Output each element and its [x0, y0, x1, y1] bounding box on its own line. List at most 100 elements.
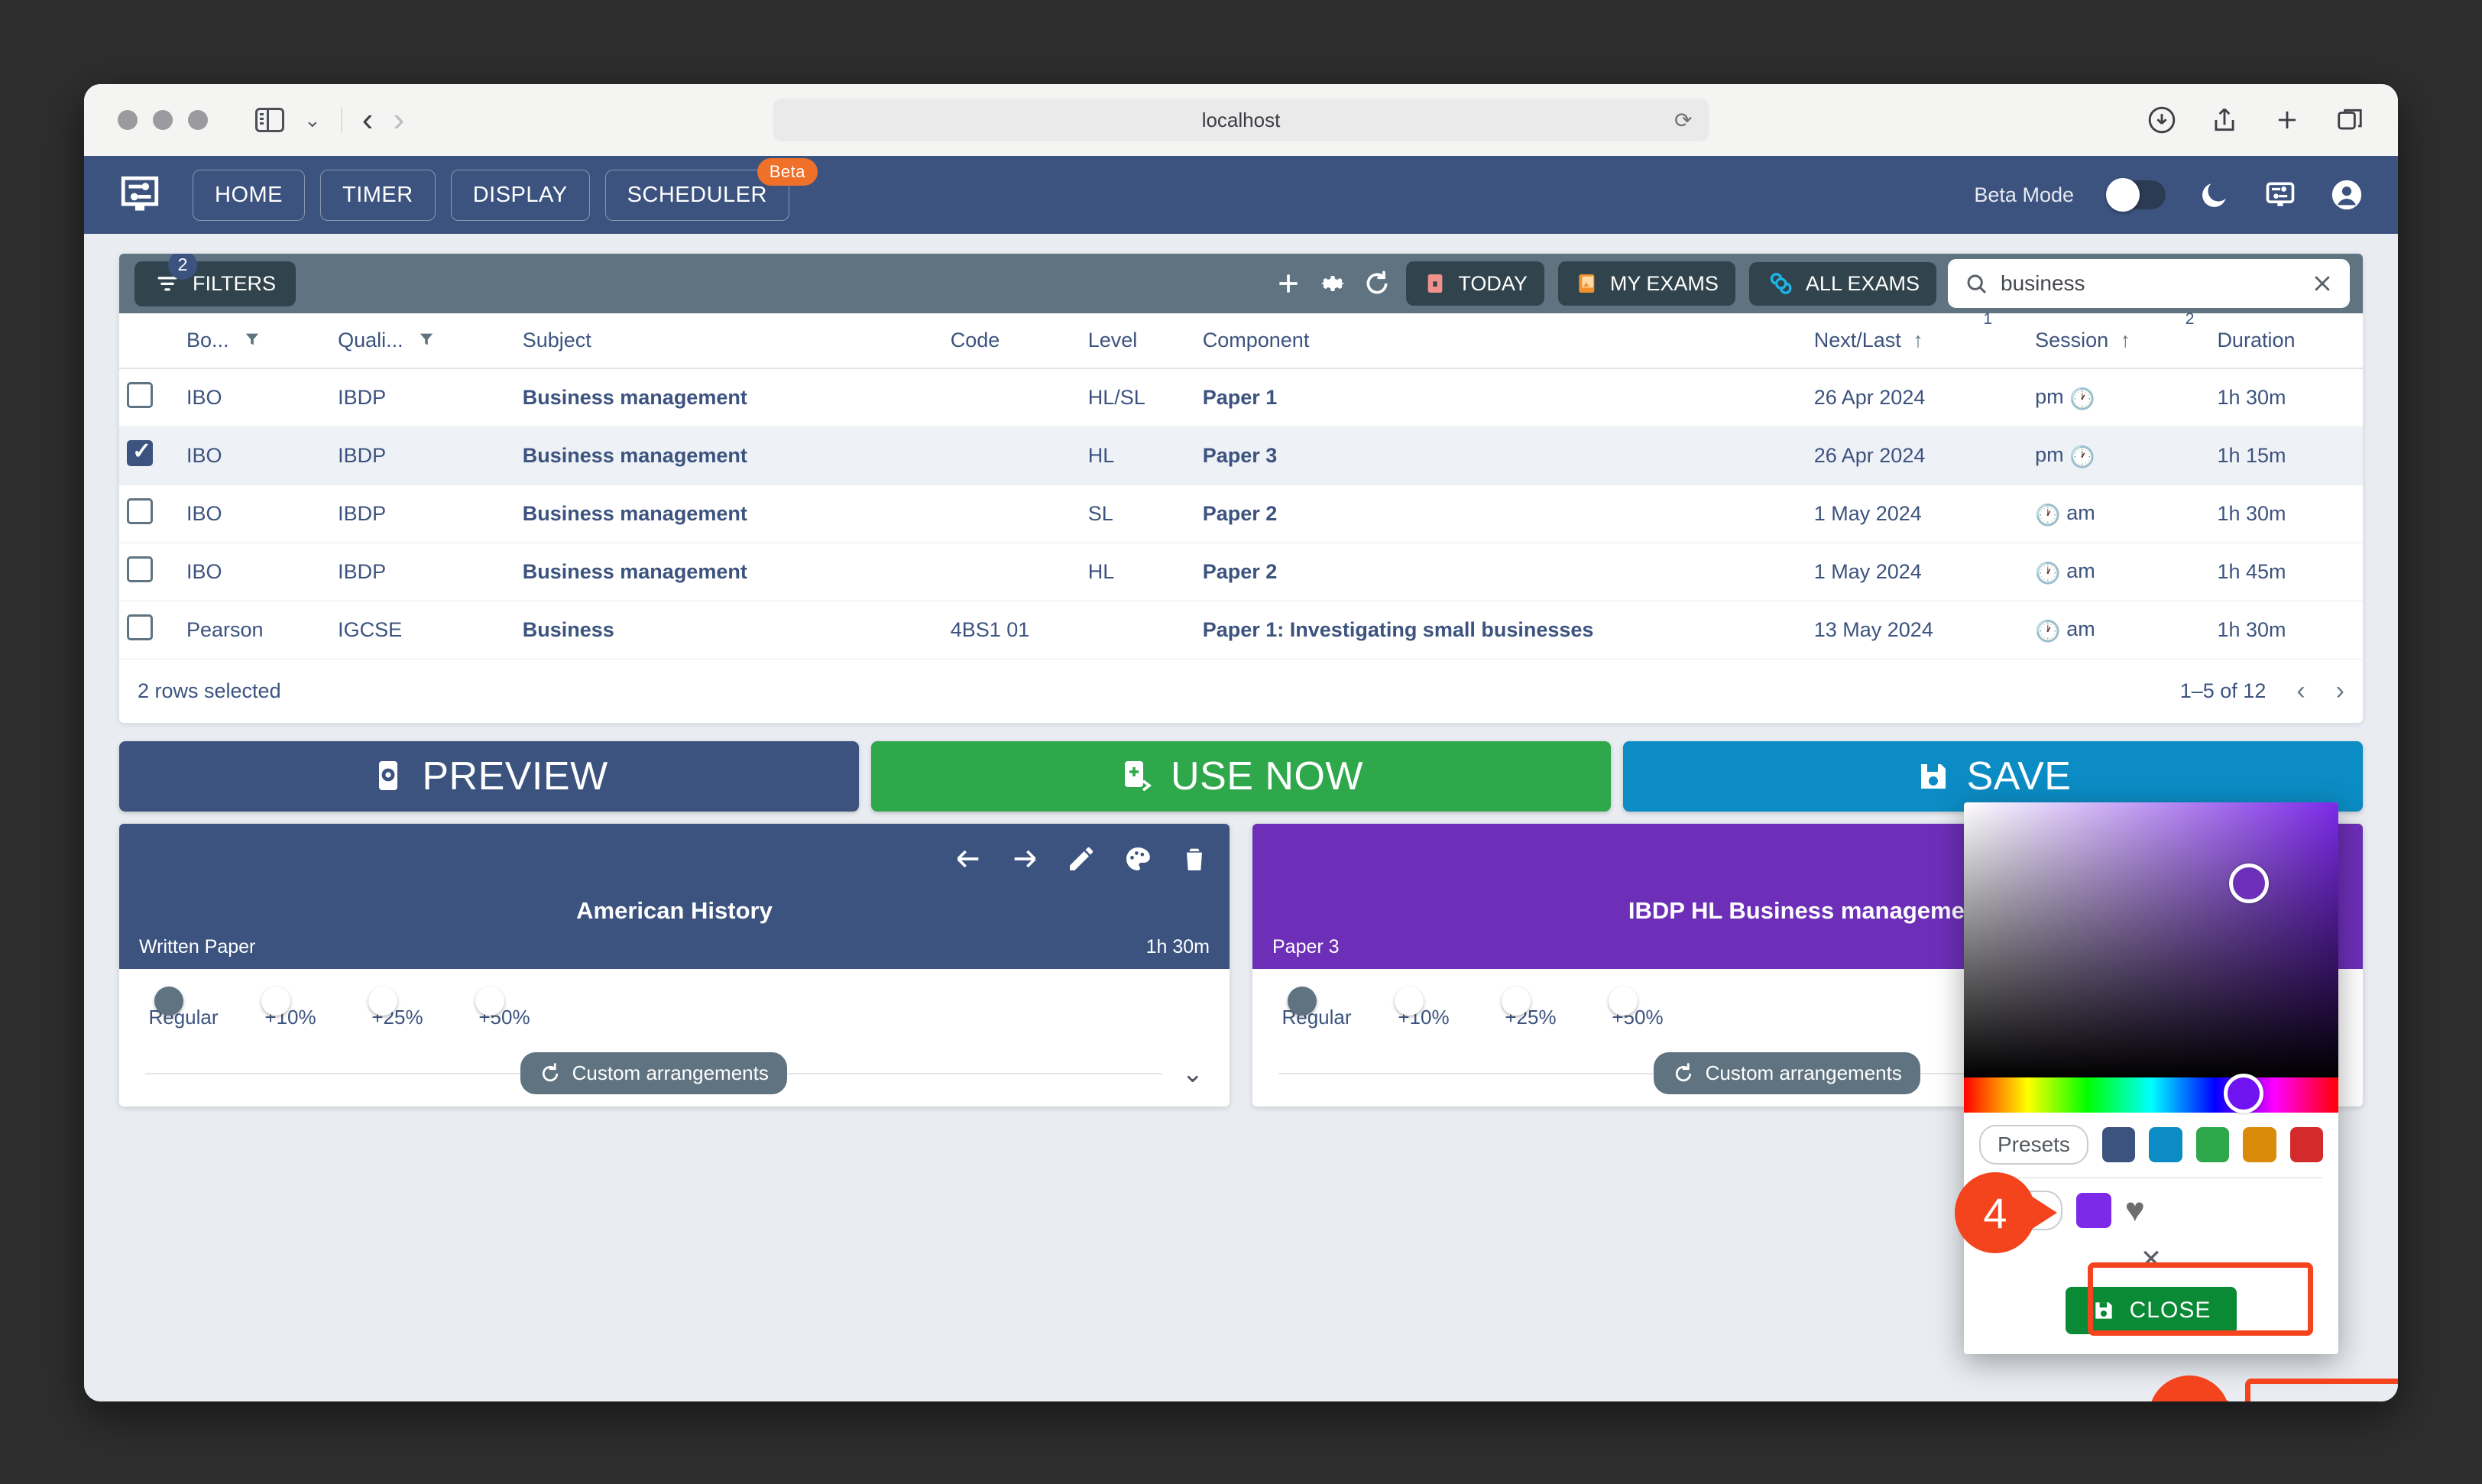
close-icon[interactable] [2311, 272, 2334, 295]
account-circle-icon[interactable] [2329, 177, 2364, 212]
pencil-icon[interactable] [1066, 844, 1097, 874]
th-select-all[interactable] [119, 313, 179, 369]
preset-swatch-orange[interactable] [2243, 1127, 2276, 1162]
row-checkbox-cell[interactable] [119, 426, 179, 485]
custom-arrangements-button[interactable]: Custom arrangements [520, 1052, 787, 1094]
use-now-button[interactable]: USE NOW [871, 741, 1611, 812]
th-code[interactable]: Code [942, 313, 1081, 369]
close-picker-button[interactable]: CLOSE [2065, 1287, 2237, 1334]
nav-item-home[interactable]: HOME [193, 169, 305, 221]
th-next-last[interactable]: Next/Last ↑ 1 [1806, 310, 2028, 369]
table-row[interactable]: IBO IBDP Business management HL/SL Paper… [119, 368, 2363, 427]
arrow-right-icon[interactable] [1009, 844, 1040, 874]
filter-icon[interactable] [418, 330, 435, 348]
hue-slider[interactable] [1964, 1074, 2338, 1113]
row-checkbox-cell[interactable] [119, 601, 179, 659]
toggle-plus25[interactable]: +25% [1492, 987, 1569, 1029]
nav-item-display[interactable]: DISPLAY [450, 169, 590, 221]
fav-swatch-purple[interactable] [2075, 1193, 2111, 1228]
maximize-window-button[interactable] [188, 110, 208, 130]
pagination-prev-button[interactable]: ‹ [2296, 676, 2305, 706]
row-checkbox-cell[interactable] [119, 484, 179, 543]
address-bar[interactable]: localhost ⟳ [773, 99, 1709, 141]
plus-icon[interactable] [1273, 268, 1304, 299]
toggle-regular[interactable]: Regular [145, 987, 222, 1029]
row-checkbox-cell[interactable] [119, 543, 179, 601]
save-icon [1920, 764, 1946, 789]
nav-item-timer[interactable]: TIMER [320, 169, 436, 221]
saturation-value-area[interactable] [1964, 802, 2338, 1077]
filters-button[interactable]: FILTERS 2 [134, 254, 296, 306]
toggle-plus50[interactable]: +50% [466, 987, 543, 1029]
custom-arrangements-button[interactable]: Custom arrangements [1653, 1052, 1920, 1094]
preset-swatch-navy[interactable] [2101, 1127, 2136, 1162]
display-settings-icon[interactable] [2263, 178, 2297, 212]
sv-handle[interactable] [2229, 864, 2269, 903]
th-component[interactable]: Component [1194, 313, 1806, 369]
chevron-down-icon[interactable]: ⌄ [304, 110, 321, 130]
refresh-icon[interactable] [1362, 268, 1392, 299]
close-window-button[interactable] [118, 110, 138, 130]
all-exams-chip[interactable]: ALL EXAMS [1748, 261, 1936, 306]
download-icon[interactable] [2147, 105, 2176, 134]
hue-handle[interactable] [2224, 1074, 2263, 1113]
preset-swatch-green[interactable] [2195, 1127, 2230, 1162]
exam-card-american-history: American History Written Paper 1h 30m Re… [119, 824, 1230, 1107]
toggle-plus25[interactable]: +25% [359, 987, 436, 1029]
search-value: business [2001, 271, 2085, 295]
th-board[interactable]: Bo... [179, 313, 331, 369]
minimize-window-button[interactable] [153, 110, 173, 130]
th-subject[interactable]: Subject [514, 313, 943, 369]
toggle-regular[interactable]: Regular [1278, 987, 1355, 1029]
row-checkbox[interactable] [127, 556, 153, 582]
palette-icon[interactable] [1123, 844, 1153, 874]
row-checkbox[interactable] [127, 614, 153, 640]
reload-icon[interactable]: ⟳ [1674, 108, 1692, 133]
plus-icon[interactable] [2273, 105, 2302, 134]
beta-mode-toggle[interactable] [2106, 178, 2166, 212]
preview-button[interactable]: PREVIEW [119, 741, 859, 812]
row-checkbox-cell[interactable] [119, 368, 179, 427]
table-row[interactable]: IBO IBDP Business management HL Paper 2 … [119, 543, 2363, 601]
preset-swatch-blue[interactable] [2149, 1127, 2182, 1162]
preset-swatch-red[interactable] [2289, 1127, 2323, 1162]
filter-icon[interactable] [244, 330, 261, 348]
th-duration[interactable]: Duration [2209, 313, 2363, 369]
display-settings-icon[interactable] [118, 173, 162, 217]
cell-qualification: IBDP [330, 484, 515, 543]
row-checkbox[interactable] [127, 498, 153, 524]
table-row[interactable]: IBO IBDP Business management HL Paper 3 … [119, 426, 2363, 485]
table-row[interactable]: Pearson IGCSE Business 4BS1 01 Paper 1: … [119, 601, 2363, 659]
row-checkbox[interactable] [127, 382, 153, 408]
table-row[interactable]: IBO IBDP Business management SL Paper 2 … [119, 484, 2363, 543]
moon-icon[interactable] [2198, 178, 2231, 212]
toggle-plus10[interactable]: +10% [1385, 987, 1462, 1029]
browser-chrome: ⌄ ‹ › localhost ⟳ [84, 84, 2398, 156]
search-input[interactable]: business [1948, 259, 2350, 308]
heart-icon[interactable]: ♥ [2125, 1194, 2145, 1227]
share-icon[interactable] [2210, 105, 2239, 134]
my-exams-chip[interactable]: MY EXAMS [1557, 261, 1735, 306]
forward-arrow-icon[interactable]: › [393, 103, 404, 137]
window-controls[interactable] [118, 110, 208, 130]
arrow-left-icon[interactable] [953, 844, 983, 874]
th-level[interactable]: Level [1080, 313, 1195, 369]
sidebar-toggle-icon[interactable] [255, 108, 284, 132]
preview-icon [379, 761, 398, 790]
tab-overview-icon[interactable] [2335, 105, 2364, 134]
nav-item-scheduler[interactable]: SCHEDULER Beta [604, 157, 818, 221]
th-qualification[interactable]: Quali... [330, 313, 515, 369]
cell-duration: 1h 45m [2209, 543, 2363, 601]
save-button[interactable]: SAVE [1623, 741, 2363, 812]
pagination-next-button[interactable]: › [2336, 676, 2344, 706]
toggle-plus50[interactable]: +50% [1599, 987, 1676, 1029]
th-session[interactable]: Session ↑ 2 [2027, 310, 2210, 369]
chevron-down-icon[interactable]: ⌄ [1182, 1058, 1204, 1089]
back-arrow-icon[interactable]: ‹ [362, 103, 374, 137]
collapse-picker-button[interactable]: ✕ [1964, 1243, 2338, 1279]
trash-icon[interactable] [1179, 844, 1210, 874]
toggle-plus10[interactable]: +10% [252, 987, 329, 1029]
gear-icon[interactable] [1317, 268, 1348, 299]
today-chip[interactable]: TODAY [1406, 261, 1544, 306]
row-checkbox[interactable] [127, 438, 153, 466]
